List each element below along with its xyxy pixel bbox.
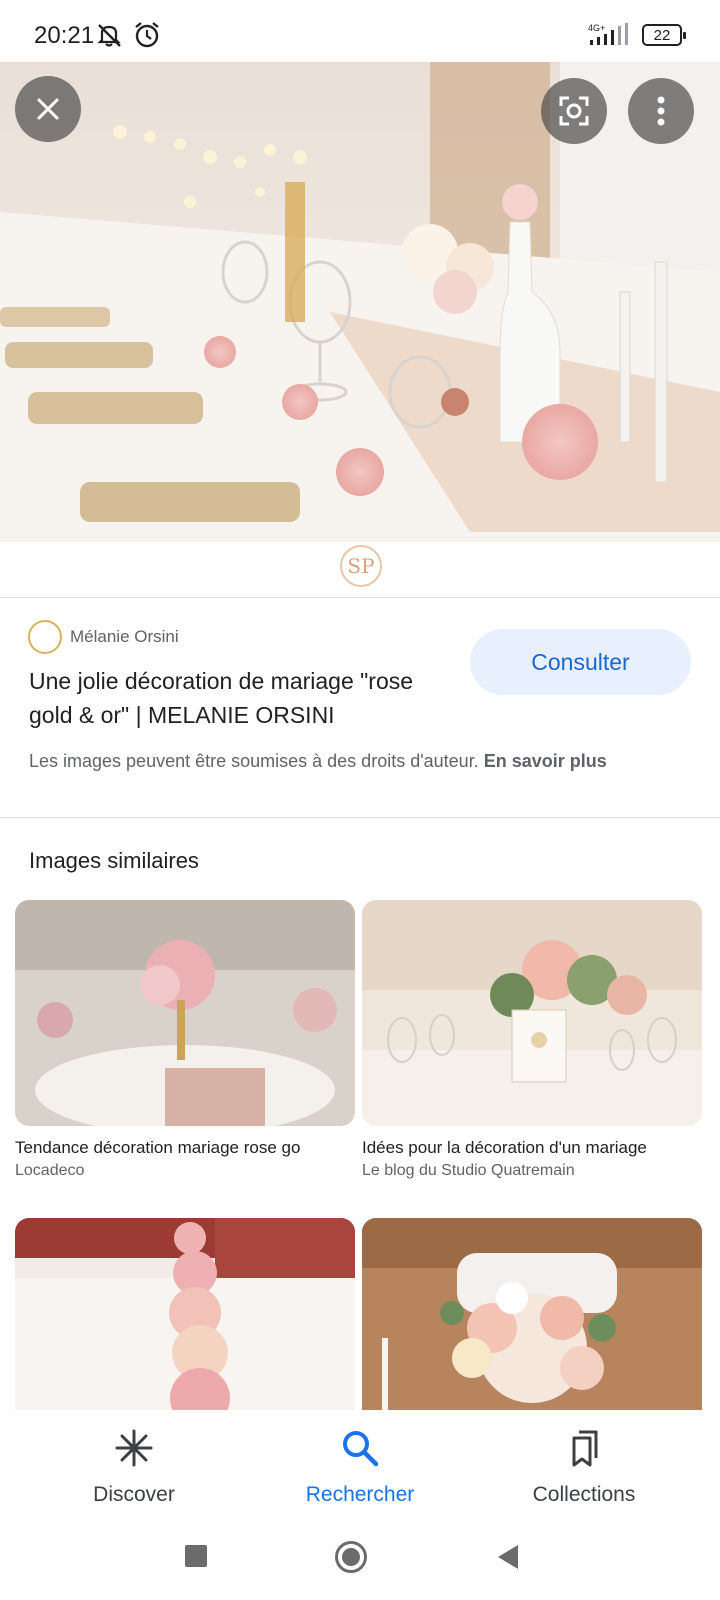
similar-card-source: Locadeco	[15, 1162, 85, 1179]
similar-card[interactable]: Idées pour la décoration d'un mariage Le…	[362, 900, 702, 1180]
lens-icon	[559, 96, 589, 126]
similar-card[interactable]	[15, 1218, 355, 1418]
thumbnail-image	[15, 1218, 355, 1418]
alarm-icon	[135, 22, 159, 48]
network-label: 4G+	[588, 23, 605, 33]
watermark-logo: SP	[340, 545, 382, 587]
nav-search-label: Rechercher	[305, 1483, 415, 1506]
similar-card[interactable]	[362, 1218, 702, 1418]
search-icon	[343, 1431, 379, 1467]
more-vert-icon	[657, 96, 665, 126]
close-icon	[37, 98, 59, 120]
bottom-nav: Discover Rechercher Collections	[0, 1410, 720, 1520]
system-nav-bar	[0, 1520, 720, 1600]
source-row[interactable]: Mélanie Orsini	[28, 620, 179, 654]
more-options-button[interactable]	[628, 78, 694, 144]
copyright-text: Les images peuvent être soumises à des d…	[29, 751, 479, 771]
source-avatar	[28, 620, 62, 654]
page-title[interactable]: Une jolie décoration de mariage "rose go…	[29, 664, 449, 732]
similar-images-heading: Images similaires	[29, 848, 199, 873]
thumbnail-image	[362, 900, 702, 1126]
similar-card-title: Idées pour la décoration d'un mariage	[362, 1138, 647, 1157]
status-time: 20:21	[34, 22, 95, 49]
similar-thumbnail[interactable]	[362, 1218, 702, 1418]
nav-collections-label: Collections	[532, 1483, 636, 1506]
status-right: 4G+ 22	[588, 22, 686, 48]
status-bar: 20:21 4G+ 22	[0, 0, 720, 62]
learn-more-link[interactable]: En savoir plus	[484, 751, 607, 771]
mute-icon	[97, 24, 121, 47]
close-button[interactable]	[15, 76, 81, 142]
image-caption-strip: SP	[0, 542, 720, 598]
similar-card[interactable]: Tendance décoration mariage rose go Loca…	[15, 900, 355, 1180]
similar-thumbnail[interactable]	[15, 900, 355, 1126]
consult-button[interactable]: Consulter	[470, 629, 691, 695]
similar-thumbnail[interactable]	[362, 900, 702, 1126]
nav-collections[interactable]: Collections	[484, 1428, 684, 1507]
battery-level: 22	[653, 26, 671, 44]
lens-button[interactable]	[541, 78, 607, 144]
bookmarks-icon	[572, 1430, 598, 1467]
nav-discover[interactable]: Discover	[34, 1428, 234, 1507]
back-button[interactable]	[496, 1544, 520, 1570]
source-name: Mélanie Orsini	[70, 627, 179, 646]
hero-image[interactable]	[0, 62, 720, 542]
nav-search[interactable]: Rechercher	[260, 1428, 460, 1507]
copyright-notice: Les images peuvent être soumises à des d…	[29, 748, 679, 775]
thumbnail-image	[362, 1218, 702, 1418]
nav-discover-label: Discover	[93, 1483, 175, 1506]
thumbnail-image	[15, 900, 355, 1126]
home-button[interactable]	[334, 1540, 368, 1574]
divider	[0, 817, 720, 818]
similar-card-source: Le blog du Studio Quatremain	[362, 1162, 575, 1179]
battery-icon: 22	[642, 24, 686, 46]
similar-card-title: Tendance décoration mariage rose go	[15, 1138, 301, 1157]
signal-icon: 4G+	[588, 23, 628, 45]
asterisk-icon	[115, 1429, 153, 1467]
recents-button[interactable]	[184, 1544, 208, 1568]
hero-photo	[0, 62, 720, 542]
similar-thumbnail[interactable]	[15, 1218, 355, 1418]
